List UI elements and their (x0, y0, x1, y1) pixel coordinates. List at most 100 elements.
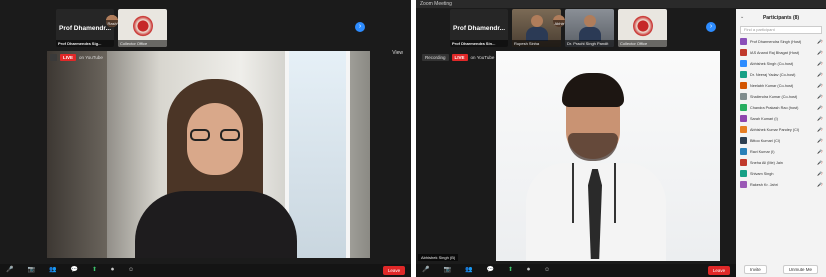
thumbnail-caption: Prof Dharmendra Sin... (450, 40, 508, 47)
window-title: Zoom Meeting (416, 0, 826, 8)
invite-button[interactable]: Invite (743, 265, 767, 274)
toolbar-participants-button[interactable]: 👥 (49, 264, 56, 277)
participant-row[interactable]: Abhishek Singh (Co-host) 🎤̸ (736, 58, 826, 69)
participant-avatar (740, 104, 747, 111)
mic-muted-icon: 🎤̸ (817, 171, 822, 176)
participant-row[interactable]: Shailendra Kumar (Co-host) 🎤̸ (736, 91, 826, 102)
participant-row[interactable]: Ravi Kumar (I) 🎤̸ (736, 146, 826, 157)
participant-body (578, 27, 601, 41)
video-thumbnail-strip: Prof Dhamendr... Prof Dharmendra Sig... Co… (56, 9, 167, 49)
participant-row[interactable]: Dr. Neeraj Yadav (Co-host) 🎤̸ (736, 69, 826, 80)
video-thumbnail[interactable]: Prof Dhamendr... Prof Dharmendra Sig... (56, 9, 114, 47)
speaker-hair (562, 73, 624, 107)
live-badge: LIVE (60, 54, 77, 61)
participant-body (525, 27, 548, 41)
mic-muted-icon: 🎤̸ (817, 50, 822, 55)
video-thumbnail-strip: Prof Dhamendr... Prof Dharmendra Sin... Ru… (450, 9, 667, 49)
toolbar-record-button[interactable]: ⏺ (527, 264, 530, 277)
participant-name: Sneha Ali (Me) Jain (750, 160, 783, 165)
participant-avatar (740, 93, 747, 100)
toolbar-participants-button[interactable]: 👥 (465, 264, 472, 277)
participant-row[interactable]: Rakesh Kr. Jahri 🎤̸ (736, 179, 826, 190)
video-thumbnail[interactable]: Rupesh Sinha (512, 9, 561, 47)
participant-row[interactable]: Chandra Prakash Rao (host) 🎤̸ (736, 102, 826, 113)
participant-avatar (740, 115, 747, 122)
participant-row[interactable]: Bittoo Kumari (CI) 🎤̸ (736, 135, 826, 146)
mic-muted-icon: 🎤̸ (817, 72, 822, 77)
participant-avatar (740, 181, 747, 188)
recording-bar: LIVE on YouTube (50, 53, 103, 62)
participant-avatar (740, 137, 747, 144)
toolbar-share-screen-button[interactable]: ⬆ (92, 264, 97, 277)
toolbar-unmute-button[interactable]: 🎤 (422, 264, 429, 277)
speaker-body (135, 191, 297, 258)
participant-name: Ravi Kumar (I) (750, 149, 775, 154)
main-speaker-video (496, 51, 720, 261)
emblem-icon (133, 15, 153, 37)
recording-status[interactable]: Recording (422, 54, 449, 61)
glasses (190, 129, 240, 141)
toolbar-chat-button[interactable]: 💬 (486, 264, 493, 277)
toolbar-share-screen-button[interactable]: ⬆ (508, 264, 513, 277)
participant-row[interactable]: Shivam Singh 🎤̸ (736, 168, 826, 179)
participant-name: Abhishek Kumar Pandey (CI) (750, 127, 800, 132)
earphone-cable-right (614, 163, 616, 223)
live-destination[interactable]: on YouTube (79, 55, 103, 60)
next-page-arrow-icon[interactable]: › (355, 22, 365, 32)
live-destination[interactable]: on YouTube (471, 55, 495, 60)
thumbnail-caption: Collector Office (618, 40, 667, 47)
thumbnail-caption: Abhishek Tyagi (552, 20, 565, 27)
toolbar-reactions-button[interactable]: ☺ (128, 264, 134, 277)
left-meeting-window: Prof Dhamendr... Prof Dharmendra Sig... Co… (0, 0, 411, 277)
participant-avatar (740, 38, 747, 45)
video-thumbnail[interactable]: Collector Office (618, 9, 667, 47)
toolbar-unmute-button[interactable]: 🎤 (6, 264, 13, 277)
participant-row[interactable]: Sneha Ali (Me) Jain 🎤̸ (736, 157, 826, 168)
earphone-cable-left (572, 163, 574, 223)
participant-list: Prof Dharmendra Singh (Host) 🎤̸ IAS Anand … (736, 36, 826, 190)
participant-row[interactable]: Neelabh Kumar (Co-host) 🎤̸ (736, 80, 826, 91)
participant-name: Prof Dharmendra Singh (Host) (750, 39, 802, 44)
video-thumbnail[interactable]: Dr. Prachi Singh Pandit (565, 9, 614, 47)
video-thumbnail[interactable]: Prof Dhamendr... Prof Dharmendra Sin... (450, 9, 508, 47)
participants-title: Participants (8) (762, 15, 800, 21)
leave-button[interactable]: Leave (383, 266, 405, 275)
toolbar-record-button[interactable]: ⏺ (111, 264, 114, 277)
thumbnail-caption: Rupesh Sinha (512, 40, 561, 47)
record-icon (50, 54, 57, 61)
host-name-label: Prof Dhamendr... (58, 24, 111, 32)
toolbar-reactions-button[interactable]: ☺ (544, 264, 550, 277)
mic-muted-icon: 🎤̸ (817, 39, 822, 44)
participant-avatar (740, 60, 747, 67)
video-thumbnail[interactable]: Abhishek Tyagi (552, 15, 565, 27)
participant-row[interactable]: IAS Anand Raj Bhagat (Host) 🎤̸ (736, 47, 826, 58)
mic-muted-icon: 🎤̸ (817, 105, 822, 110)
view-button[interactable]: View (392, 50, 403, 56)
mic-muted-icon: 🎤̸ (817, 182, 822, 187)
participant-avatar (740, 49, 747, 56)
participant-row[interactable]: Prof Dharmendra Singh (Host) 🎤̸ (736, 36, 826, 47)
toolbar-chat-button[interactable]: 💬 (70, 264, 77, 277)
participant-name: Chandra Prakash Rao (host) (750, 105, 799, 110)
collapse-icon[interactable]: ⌄ (740, 14, 744, 20)
mic-muted-icon: 🎤̸ (817, 149, 822, 154)
meeting-toolbar: 🎤 📷 👥 💬 ⬆ ⏺ ☺ (0, 264, 411, 277)
participant-avatar (740, 82, 747, 89)
participant-name: Abhishek Singh (Co-host) (750, 61, 794, 66)
toolbar-start-video-button[interactable]: 📷 (443, 264, 450, 277)
participant-search-input[interactable]: Find a participant (740, 26, 822, 34)
next-page-arrow-icon[interactable]: › (706, 22, 716, 32)
participant-name: IAS Anand Raj Bhagat (Host) (750, 50, 800, 55)
leave-button[interactable]: Leave (708, 266, 730, 275)
video-thumbnail[interactable]: Rashi Kumari Sha... (105, 15, 118, 27)
live-badge: LIVE (451, 54, 468, 61)
thumbnail-caption: Collector Office (118, 40, 167, 47)
participant-avatar (740, 159, 747, 166)
participant-row[interactable]: Sarah Kumari (I) 🎤̸ (736, 113, 826, 124)
unmute-me-button[interactable]: Unmute Me (782, 265, 818, 274)
toolbar-start-video-button[interactable]: 📷 (27, 264, 34, 277)
participant-name: Shailendra Kumar (Co-host) (750, 94, 798, 99)
participant-name: Bittoo Kumari (CI) (750, 138, 781, 143)
participant-row[interactable]: Abhishek Kumar Pandey (CI) 🎤̸ (736, 124, 826, 135)
video-thumbnail[interactable]: Collector Office (118, 9, 167, 47)
